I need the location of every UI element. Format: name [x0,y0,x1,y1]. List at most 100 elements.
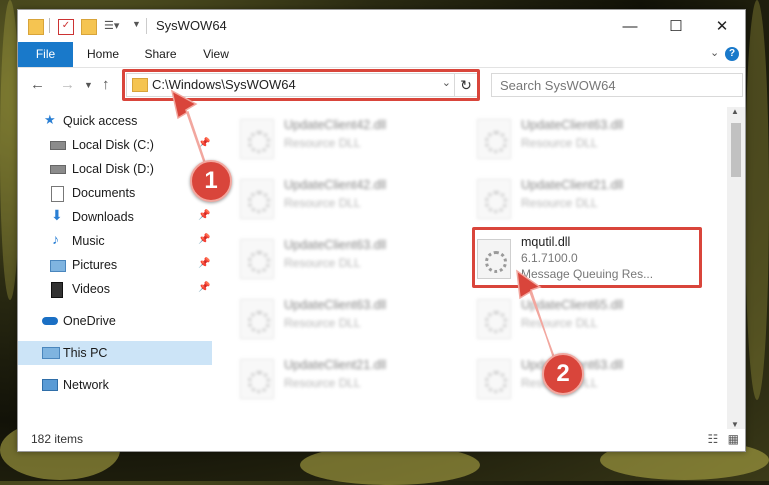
file-name: UpdateClient65.dll [521,298,624,312]
documents-icon [51,186,64,202]
minimize-button[interactable]: — [607,10,653,42]
folder-icon [28,19,44,35]
file-type: Resource DLL [521,316,598,330]
sidebar-item-label: This PC [63,346,108,360]
sidebar-item-label: Documents [72,186,136,200]
sidebar-item-local-disk-d[interactable]: Local Disk (D:) [18,157,212,181]
step-1-badge: 1 [190,160,232,202]
sidebar-item-label: Local Disk (C:) [72,138,154,152]
scroll-down-icon[interactable]: ▼ [731,420,739,429]
sidebar-item-label: Music [72,234,105,248]
sidebar-item-label: OneDrive [63,314,116,328]
tab-view[interactable]: View [194,42,238,67]
sidebar-item-quick-access[interactable]: ★ Quick access [18,109,212,133]
list-item[interactable]: UpdateClient21.dll Resource DLL [455,173,675,223]
file-type: Resource DLL [521,196,598,210]
pin-icon: 📌 [198,258,211,269]
sidebar-item-music[interactable]: ♪ Music 📌 [18,229,212,253]
details-view-icon[interactable]: ☷ [708,432,719,446]
vertical-scrollbar[interactable]: ▲ ▼ [727,107,745,429]
file-name: UpdateClient63.dll [284,298,387,312]
list-item[interactable]: UpdateClient63.dll Resource DLL [218,293,438,343]
file-type: Resource DLL [521,136,598,150]
ribbon-tabs: File Home Share View ⌄ ? [18,42,745,68]
file-name: UpdateClient63.dll [284,238,387,252]
sidebar-item-label: Quick access [63,114,138,128]
list-item[interactable]: UpdateClient63.dll Resource DLL [455,113,675,163]
pin-icon: 📌 [198,138,211,149]
sidebar-item-label: Downloads [72,210,134,224]
sidebar-item-downloads[interactable]: ⬇ Downloads 📌 [18,205,212,229]
file-name: UpdateClient42.dll [284,118,387,132]
dll-file-icon [240,179,274,219]
list-item[interactable]: UpdateClient42.dll Resource DLL [218,173,438,223]
download-icon: ⬇ [51,207,63,223]
sidebar-item-onedrive[interactable]: OneDrive [18,309,212,333]
dll-file-icon [240,239,274,279]
sidebar-item-documents[interactable]: Documents 📌 [18,181,212,205]
sidebar-item-label: Videos [72,282,110,296]
step-2-badge: 2 [542,353,584,395]
item-count: 182 items [31,432,84,446]
sidebar-item-label: Pictures [72,258,118,272]
music-icon: ♪ [52,231,59,247]
background-foliage [745,0,769,400]
file-type: Resource DLL [284,256,361,270]
sidebar-item-label: Local Disk (D:) [72,162,154,176]
new-folder-icon[interactable] [81,19,97,35]
file-name: UpdateClient63.dll [521,118,624,132]
pin-icon: 📌 [198,282,211,293]
file-name: UpdateClient42.dll [284,178,387,192]
file-name: UpdateClient21.dll [521,178,624,192]
tab-home[interactable]: Home [78,42,128,67]
search-input[interactable]: Search SysWOW64 [491,73,743,97]
sidebar-item-network[interactable]: Network [18,373,212,397]
sidebar-item-videos[interactable]: Videos 📌 [18,277,212,301]
list-item[interactable]: UpdateClient42.dll Resource DLL [218,113,438,163]
back-arrow-icon[interactable]: ← [30,76,45,93]
chevron-down-icon[interactable]: ▼ [132,19,146,33]
dll-file-icon [477,119,511,159]
mqutil-highlight [472,227,702,288]
dll-file-icon [240,119,274,159]
list-item[interactable]: UpdateClient63.dll Resource DLL [218,233,438,283]
file-type: Resource DLL [284,376,361,390]
maximize-button[interactable]: ☐ [653,10,699,42]
help-icon[interactable]: ? [725,47,739,61]
tab-share[interactable]: Share [138,42,183,67]
sidebar-item-label: Network [63,378,109,392]
up-arrow-icon[interactable]: ↑ [102,76,110,93]
sidebar-item-pictures[interactable]: Pictures 📌 [18,253,212,277]
sidebar-item-this-pc[interactable]: This PC [18,341,212,365]
forward-arrow-icon[interactable]: → [60,76,75,93]
pin-icon: 📌 [198,234,211,245]
network-icon [42,379,58,391]
customize-toolbar-icon[interactable]: ☰▾ [104,19,119,33]
dll-file-icon [477,359,511,399]
file-type: Resource DLL [284,316,361,330]
properties-icon[interactable]: ✓ [58,19,74,35]
list-item[interactable]: UpdateClient65.dll Resource DLL [455,293,675,343]
computer-icon [42,347,60,359]
navigation-pane: ★ Quick access Local Disk (C:) 📌 Local D… [18,107,212,415]
dll-file-icon [477,179,511,219]
scroll-up-icon[interactable]: ▲ [731,107,739,116]
sidebar-item-local-disk-c[interactable]: Local Disk (C:) 📌 [18,133,212,157]
list-item[interactable]: UpdateClient21.dll Resource DLL [218,353,438,403]
drive-icon [50,141,66,150]
view-toggle: ☷ ▦ [708,432,739,446]
drive-icon [50,165,66,174]
videos-icon [51,282,63,298]
scroll-thumb[interactable] [731,123,741,177]
file-type: Resource DLL [284,196,361,210]
close-button[interactable]: ✕ [699,10,745,42]
file-type: Resource DLL [284,136,361,150]
dll-file-icon [240,299,274,339]
dll-file-icon [240,359,274,399]
tab-file[interactable]: File [18,42,73,67]
large-icons-view-icon[interactable]: ▦ [728,432,739,446]
cloud-icon [42,317,58,325]
chevron-down-icon[interactable]: ⌄ [710,46,719,59]
dll-file-icon [477,299,511,339]
chevron-down-icon[interactable]: ▼ [84,80,93,90]
